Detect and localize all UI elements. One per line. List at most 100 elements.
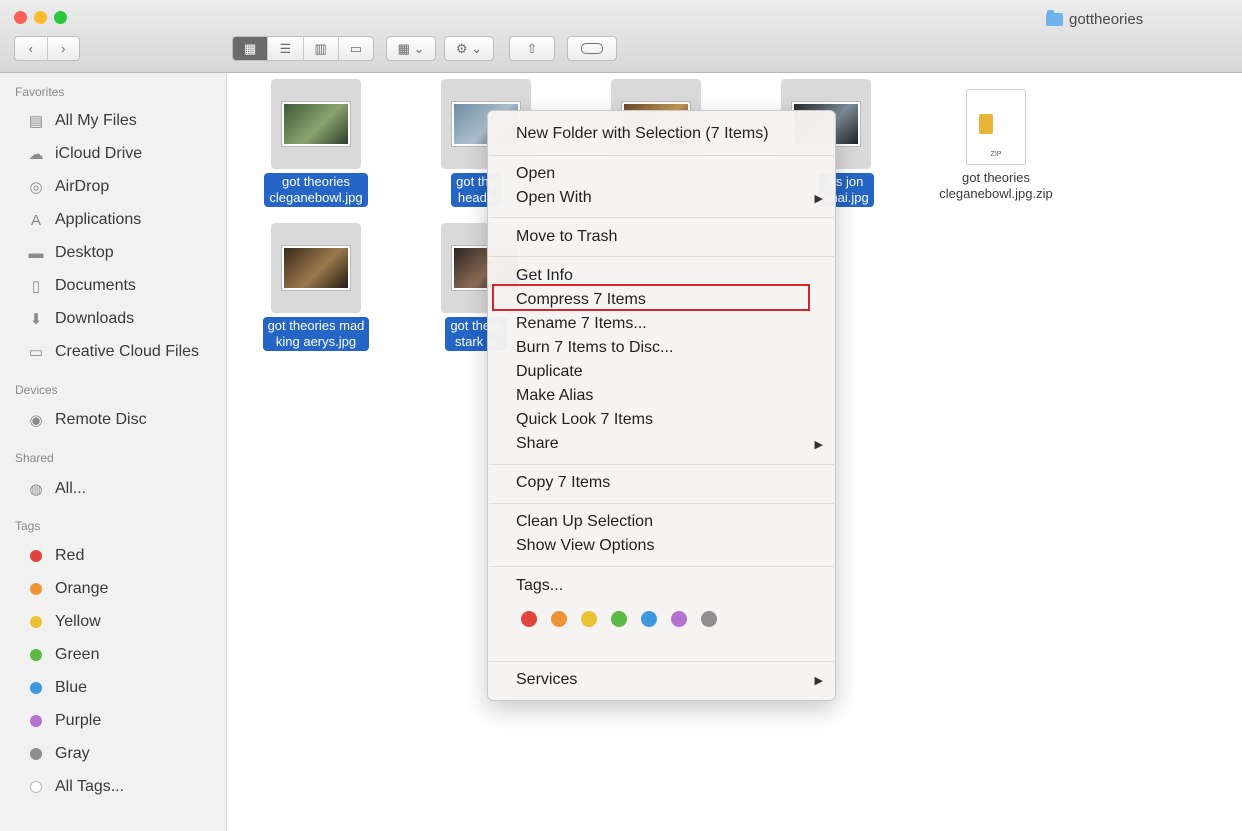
file-item[interactable]: got theories cleganebowl.jpg [241, 79, 391, 207]
minimize-window-button[interactable] [34, 11, 47, 24]
sidebar: Favorites ▤ All My Files ☁ iCloud Drive … [0, 73, 227, 831]
share-button[interactable]: ⇧ [509, 36, 555, 61]
sidebar-item-creative-cloud-files[interactable]: ▭ Creative Cloud Files [26, 338, 199, 366]
menu-item-burn-to-disc[interactable]: Burn 7 Items to Disc... [516, 336, 823, 360]
sidebar-item-tag-orange[interactable]: Orange [26, 575, 108, 603]
menu-separator [489, 661, 834, 662]
tag-color-icon [30, 550, 42, 562]
file-item[interactable]: got theories mad king aerys.jpg [241, 223, 391, 351]
coverflow-view-button[interactable]: ▭ [339, 37, 373, 60]
menu-separator [489, 155, 834, 156]
sidebar-item-airdrop[interactable]: ◎ AirDrop [26, 173, 109, 201]
menu-item-rename[interactable]: Rename 7 Items... [516, 312, 823, 336]
menu-item-share[interactable]: Share ▶ [516, 432, 823, 456]
menu-item-show-view-options[interactable]: Show View Options [516, 534, 823, 558]
sidebar-item-tag-yellow[interactable]: Yellow [26, 608, 101, 636]
tag-color-icon [30, 781, 42, 793]
menu-item-new-folder-with-selection[interactable]: New Folder with Selection (7 Items) [516, 122, 823, 146]
tag-color-icon [30, 682, 42, 694]
file-name-label: got theories cleganebowl.jpg [264, 173, 368, 207]
sidebar-item-tag-purple[interactable]: Purple [26, 707, 101, 735]
shared-header: Shared [15, 451, 54, 465]
menu-item-duplicate[interactable]: Duplicate [516, 360, 823, 384]
folder-icon [1046, 10, 1063, 26]
favorites-header: Favorites [15, 85, 65, 99]
window-toolbar: gottheories ‹ › ▦ ☰ ▥ ▭ ▦ ⌄ ⚙ ⌄ ⇧ [0, 0, 1242, 73]
applications-icon: A [30, 211, 41, 229]
menu-item-copy[interactable]: Copy 7 Items [516, 471, 823, 495]
tag-blue-dot[interactable] [641, 611, 657, 627]
view-mode-control: ▦ ☰ ▥ ▭ [232, 36, 374, 61]
sidebar-item-tag-blue[interactable]: Blue [26, 674, 87, 702]
tag-color-icon [30, 616, 42, 628]
sidebar-item-icloud-drive[interactable]: ☁ iCloud Drive [26, 140, 143, 168]
sidebar-item-tag-green[interactable]: Green [26, 641, 99, 669]
file-name-label: got theories cleganebowl.jpg.zip [939, 170, 1053, 201]
action-button[interactable]: ⚙ ⌄ [444, 36, 494, 61]
submenu-arrow-icon: ▶ [814, 192, 823, 205]
menu-separator [489, 503, 834, 504]
share-icon: ⇧ [526, 40, 538, 56]
file-name-label: got theories mad king aerys.jpg [262, 317, 370, 351]
menu-item-open[interactable]: Open [516, 162, 823, 186]
menu-item-quick-look[interactable]: Quick Look 7 Items [516, 408, 823, 432]
sidebar-item-downloads[interactable]: ⬇ Downloads [26, 305, 134, 333]
menu-item-open-with[interactable]: Open With ▶ [516, 186, 823, 210]
sidebar-item-tag-red[interactable]: Red [26, 542, 84, 570]
list-view-button[interactable]: ☰ [268, 37, 304, 60]
image-thumbnail [284, 104, 348, 144]
menu-separator [489, 566, 834, 567]
documents-icon: ▯ [31, 278, 41, 295]
submenu-arrow-icon: ▶ [814, 674, 823, 687]
sidebar-item-all-my-files[interactable]: ▤ All My Files [26, 107, 137, 135]
network-icon: ◍ [29, 481, 43, 498]
close-window-button[interactable] [14, 11, 27, 24]
sidebar-item-remote-disc[interactable]: ◉ Remote Disc [26, 406, 146, 434]
submenu-arrow-icon: ▶ [814, 438, 823, 451]
highlight-box [492, 284, 810, 311]
tag-green-dot[interactable] [611, 611, 627, 627]
menu-item-make-alias[interactable]: Make Alias [516, 384, 823, 408]
desktop-icon: ▬ [28, 244, 44, 262]
tag-red-dot[interactable] [521, 611, 537, 627]
image-thumbnail [284, 248, 348, 288]
arrange-button[interactable]: ▦ ⌄ [386, 36, 436, 61]
sidebar-item-shared-all[interactable]: ◍ All... [26, 475, 86, 503]
forward-button[interactable]: › [48, 37, 80, 60]
menu-item-clean-up-selection[interactable]: Clean Up Selection [516, 510, 823, 534]
zip-archive-icon: ZIP [966, 89, 1026, 165]
tags-header: Tags [15, 519, 41, 533]
forward-icon: › [61, 41, 66, 56]
context-menu: New Folder with Selection (7 Items) Open… [487, 110, 836, 701]
sidebar-item-documents[interactable]: ▯ Documents [26, 272, 136, 300]
action-gear-icon: ⚙ ⌄ [455, 40, 483, 56]
menu-item-move-to-trash[interactable]: Move to Trash [516, 225, 823, 249]
sidebar-item-applications[interactable]: A Applications [26, 206, 141, 234]
tag-icon [581, 43, 603, 54]
back-button[interactable]: ‹ [15, 37, 48, 60]
menu-separator [489, 464, 834, 465]
menu-item-tags[interactable]: Tags... [516, 574, 823, 598]
coverflow-view-icon: ▭ [349, 40, 363, 56]
cloud-icon: ☁ [28, 146, 44, 163]
tag-color-icon [30, 649, 42, 661]
window-title: gottheories [1046, 10, 1143, 28]
column-view-button[interactable]: ▥ [304, 37, 339, 60]
menu-separator [489, 256, 834, 257]
tag-gray-dot[interactable] [701, 611, 717, 627]
sidebar-item-all-tags[interactable]: All Tags... [26, 773, 124, 801]
folder-icon: ▭ [28, 344, 44, 361]
tag-yellow-dot[interactable] [581, 611, 597, 627]
icon-view-icon: ▦ [243, 40, 257, 56]
menu-item-services[interactable]: Services ▶ [516, 668, 823, 692]
tags-button[interactable] [567, 36, 617, 61]
zoom-window-button[interactable] [54, 11, 67, 24]
file-item[interactable]: ZIP got theories cleganebowl.jpg.zip [921, 79, 1071, 203]
tag-orange-dot[interactable] [551, 611, 567, 627]
sidebar-item-tag-gray[interactable]: Gray [26, 740, 90, 768]
sidebar-item-desktop[interactable]: ▬ Desktop [26, 239, 114, 267]
tag-purple-dot[interactable] [671, 611, 687, 627]
tag-color-icon [30, 715, 42, 727]
list-view-icon: ☰ [279, 40, 292, 56]
icon-view-button[interactable]: ▦ [233, 37, 269, 60]
